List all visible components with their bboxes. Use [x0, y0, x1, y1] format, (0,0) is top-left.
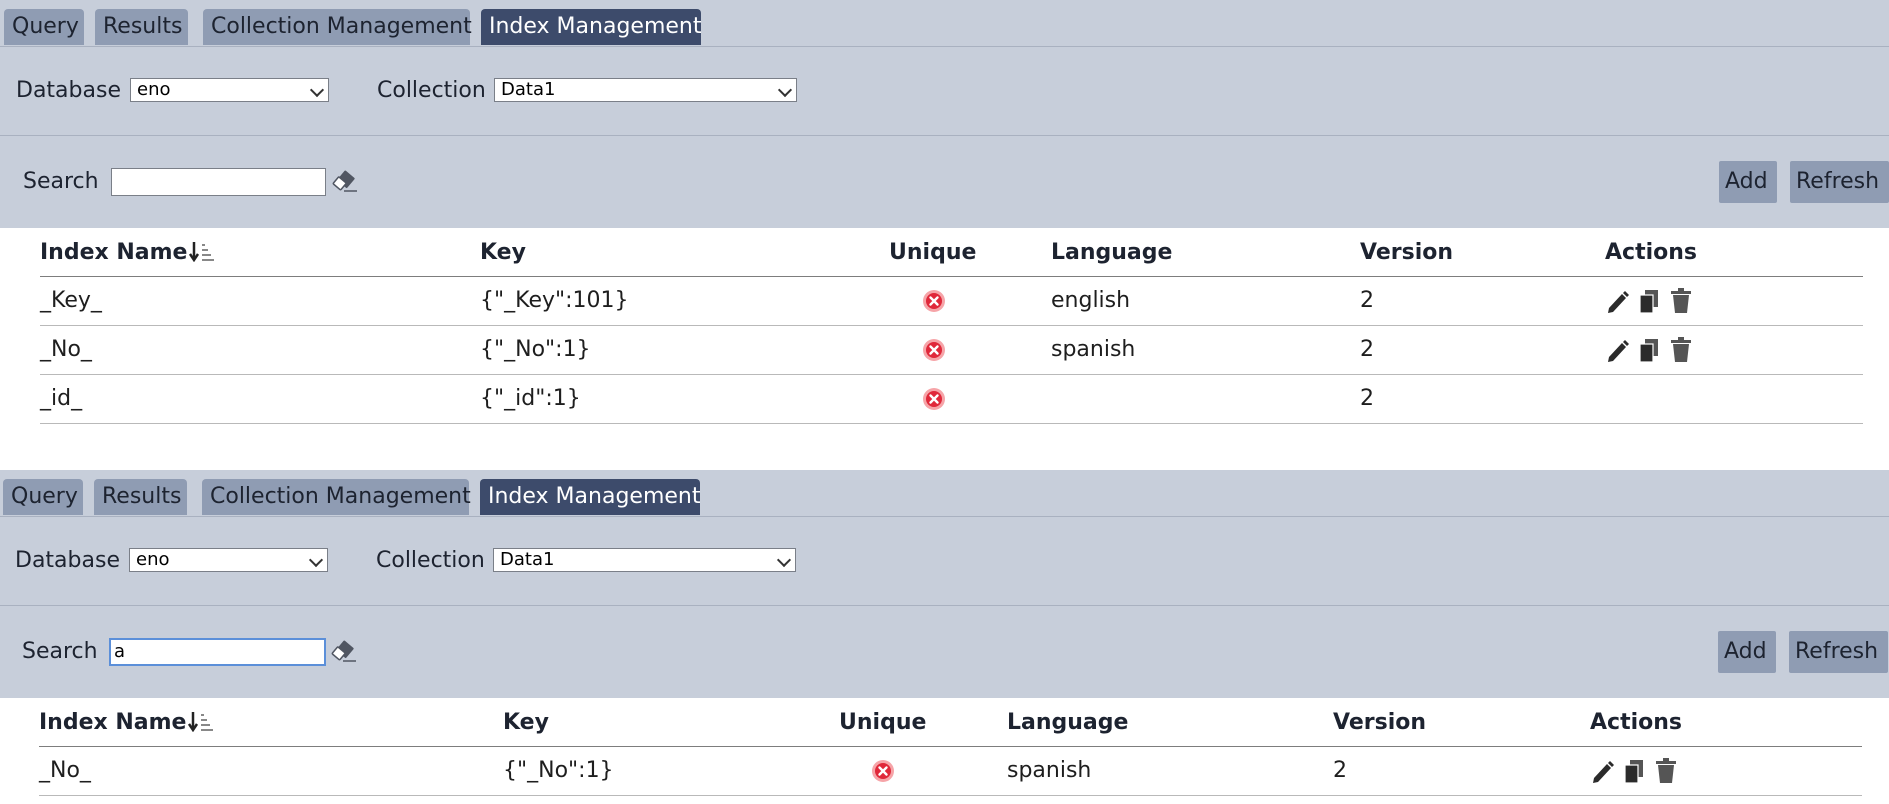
- index-name-cell: _No_: [40, 337, 92, 362]
- database-select[interactable]: eno: [130, 78, 329, 102]
- language-cell: english: [1051, 288, 1131, 313]
- refresh-button[interactable]: Refresh: [1789, 631, 1888, 673]
- database-collection-selector: Database eno Collection Data1: [0, 47, 1889, 136]
- refresh-button[interactable]: Refresh: [1790, 161, 1889, 203]
- eraser-icon[interactable]: [332, 168, 360, 196]
- edit-icon[interactable]: [1605, 337, 1629, 363]
- sort-desc-icon: [188, 712, 214, 732]
- column-header-version[interactable]: Version: [1333, 699, 1426, 747]
- sort-desc-icon: [189, 242, 215, 262]
- eraser-icon[interactable]: [331, 638, 359, 666]
- column-header-language[interactable]: Language: [1007, 699, 1128, 747]
- copy-icon[interactable]: [1622, 758, 1646, 784]
- database-select-value: eno: [136, 549, 170, 570]
- not-unique-icon: [923, 290, 945, 312]
- table-row: _No_ {"_No":1} spanish 2: [40, 326, 1863, 375]
- database-collection-selector: Database eno Collection Data1: [0, 517, 1889, 606]
- language-cell: spanish: [1007, 758, 1092, 783]
- tab-collection-management[interactable]: Collection Management: [202, 479, 471, 515]
- database-select[interactable]: eno: [129, 548, 328, 572]
- tab-query[interactable]: Query: [3, 479, 83, 515]
- tab-results[interactable]: Results: [94, 479, 187, 515]
- collection-label: Collection: [376, 548, 485, 573]
- collection-select[interactable]: Data1: [494, 78, 797, 102]
- version-cell: 2: [1360, 337, 1374, 362]
- database-label: Database: [16, 78, 121, 103]
- collection-select-value: Data1: [500, 549, 555, 570]
- index-manager-panel-2: Query Results Collection Management Inde…: [0, 470, 1889, 804]
- table-row: _No_ {"_No":1} spanish 2: [39, 747, 1862, 796]
- language-cell: spanish: [1051, 337, 1136, 362]
- index-name-cell: _No_: [39, 758, 91, 783]
- collection-select[interactable]: Data1: [493, 548, 796, 572]
- index-toolbar: Search Add Refresh: [0, 136, 1889, 228]
- delete-icon[interactable]: [1669, 288, 1693, 314]
- column-header-unique[interactable]: Unique: [839, 699, 926, 747]
- chevron-down-icon: [776, 552, 792, 568]
- copy-icon[interactable]: [1637, 288, 1661, 314]
- version-cell: 2: [1333, 758, 1347, 783]
- key-cell: {"_No":1}: [503, 758, 614, 783]
- copy-icon[interactable]: [1637, 337, 1661, 363]
- table-row: _id_ {"_id":1} 2: [40, 375, 1863, 424]
- column-header-key[interactable]: Key: [503, 699, 549, 747]
- column-header-unique[interactable]: Unique: [889, 229, 976, 277]
- table-row: _Key_ {"_Key":101} english 2: [40, 277, 1863, 326]
- not-unique-icon: [923, 388, 945, 410]
- tab-bar: Query Results Collection Management Inde…: [0, 0, 1889, 47]
- add-index-button[interactable]: Add: [1718, 631, 1776, 673]
- key-cell: {"_No":1}: [480, 337, 591, 362]
- add-index-button[interactable]: Add: [1719, 161, 1777, 203]
- tab-collection-management[interactable]: Collection Management: [203, 9, 472, 45]
- index-name-cell: _id_: [40, 386, 83, 411]
- index-manager-panel-1: Query Results Collection Management Inde…: [0, 0, 1889, 470]
- tab-query[interactable]: Query: [4, 9, 84, 45]
- delete-icon[interactable]: [1669, 337, 1693, 363]
- not-unique-icon: [923, 339, 945, 361]
- not-unique-icon: [872, 760, 894, 782]
- collection-label: Collection: [377, 78, 486, 103]
- column-header-actions: Actions: [1605, 240, 1697, 265]
- column-header-index-name-label: Index Name: [39, 710, 187, 735]
- edit-icon[interactable]: [1590, 758, 1614, 784]
- key-cell: {"_Key":101}: [480, 288, 629, 313]
- delete-icon[interactable]: [1654, 758, 1678, 784]
- chevron-down-icon: [308, 552, 324, 568]
- key-cell: {"_id":1}: [480, 386, 581, 411]
- column-header-index-name[interactable]: Index Name: [40, 229, 217, 277]
- index-toolbar: Search a Add Refresh: [0, 606, 1889, 698]
- database-select-value: eno: [137, 79, 171, 100]
- chevron-down-icon: [309, 82, 325, 98]
- column-header-index-name[interactable]: Index Name: [39, 699, 216, 747]
- index-name-cell: _Key_: [40, 288, 102, 313]
- tab-index-management[interactable]: Index Management: [480, 479, 700, 515]
- column-header-language[interactable]: Language: [1051, 229, 1172, 277]
- search-label: Search: [23, 169, 99, 194]
- database-label: Database: [15, 548, 120, 573]
- tab-index-management[interactable]: Index Management: [481, 9, 701, 45]
- version-cell: 2: [1360, 288, 1374, 313]
- collection-select-value: Data1: [501, 79, 556, 100]
- tab-results[interactable]: Results: [95, 9, 188, 45]
- column-header-key[interactable]: Key: [480, 229, 526, 277]
- column-header-version[interactable]: Version: [1360, 229, 1453, 277]
- version-cell: 2: [1360, 386, 1374, 411]
- chevron-down-icon: [777, 82, 793, 98]
- edit-icon[interactable]: [1605, 288, 1629, 314]
- column-header-actions: Actions: [1590, 710, 1682, 735]
- column-header-index-name-label: Index Name: [40, 240, 188, 265]
- search-input[interactable]: a: [109, 638, 326, 666]
- search-input[interactable]: [111, 168, 326, 196]
- search-label: Search: [22, 639, 98, 664]
- tab-bar: Query Results Collection Management Inde…: [0, 470, 1889, 517]
